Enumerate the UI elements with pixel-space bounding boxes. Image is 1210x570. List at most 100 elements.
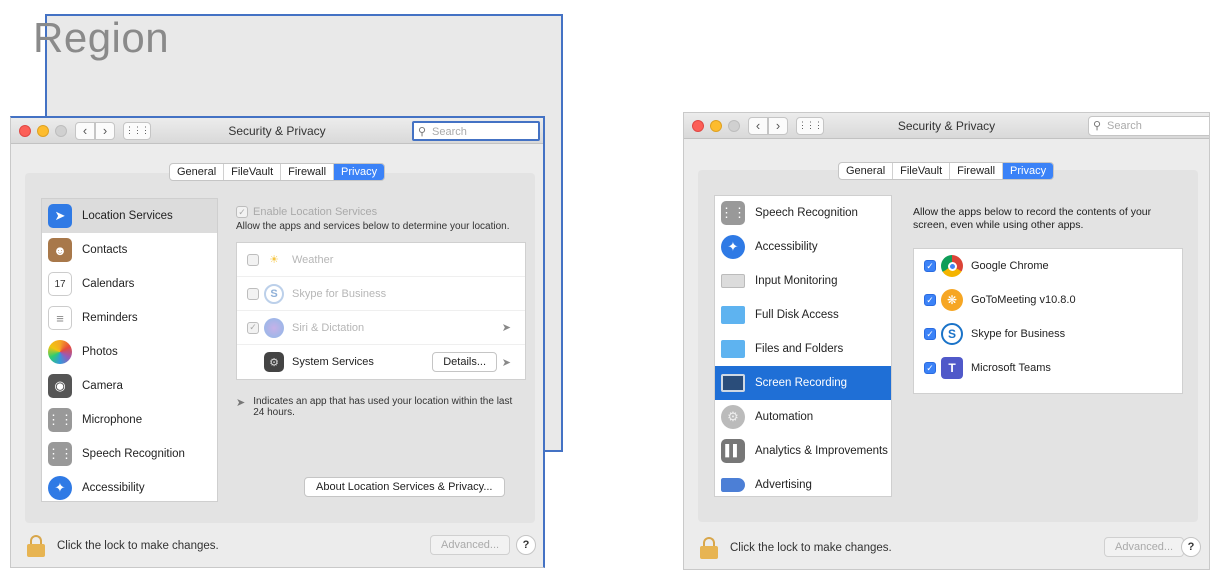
sidebar-item-analytics[interactable]: ▌▌ Analytics & Improvements — [715, 434, 891, 468]
tab-general[interactable]: General — [170, 164, 225, 180]
screen-recording-app-list[interactable]: ✓ Google Chrome ✓ ❋ GoToMeeting v10.8.0 … — [913, 248, 1183, 394]
folder-icon — [721, 306, 745, 324]
gear-icon: ⚙ — [264, 352, 284, 372]
tab-filevault[interactable]: FileVault — [224, 164, 282, 180]
list-item[interactable]: ✓ Siri & Dictation ➤ — [237, 311, 525, 345]
sidebar-item-camera[interactable]: ◉ Camera — [42, 369, 217, 403]
lock-text: Click the lock to make changes. — [57, 540, 219, 552]
app-name: Siri & Dictation — [292, 321, 365, 334]
app-checkbox[interactable]: ✓ — [924, 328, 936, 340]
titlebar: ‹ › ⋮⋮⋮ Security & Privacy ⚲ Search — [684, 113, 1209, 139]
folder-icon — [721, 340, 745, 358]
app-checkbox[interactable]: ✓ — [924, 294, 936, 306]
sidebar-item-advertising[interactable]: Advertising — [715, 468, 891, 496]
megaphone-icon — [721, 478, 745, 492]
sidebar-item-calendars[interactable]: 17 Calendars — [42, 267, 217, 301]
sidebar-item-label: Speech Recognition — [82, 448, 185, 460]
privacy-sidebar[interactable]: ➤ Location Services ☻ Contacts 17 Calend… — [41, 198, 218, 502]
privacy-sidebar[interactable]: ⋮⋮ Speech Recognition ✦ Accessibility In… — [714, 195, 892, 497]
accessibility-icon: ✦ — [48, 476, 72, 500]
list-item[interactable]: ✓ ❋ GoToMeeting v10.8.0 — [914, 283, 1182, 317]
list-item[interactable]: ☀ Weather — [237, 243, 525, 277]
sidebar-item-automation[interactable]: ⚙ Automation — [715, 400, 891, 434]
sidebar-item-files-and-folders[interactable]: Files and Folders — [715, 332, 891, 366]
tab-firewall[interactable]: Firewall — [281, 164, 335, 180]
app-checkbox[interactable]: ✓ — [924, 362, 936, 374]
sidebar-item-label: Accessibility — [755, 241, 818, 253]
sidebar-item-label: Files and Folders — [755, 343, 844, 355]
sidebar-item-full-disk-access[interactable]: Full Disk Access — [715, 298, 891, 332]
list-item[interactable]: S Skype for Business — [237, 277, 525, 311]
app-checkbox[interactable] — [247, 253, 259, 266]
sidebar-item-label: Speech Recognition — [755, 207, 858, 219]
search-placeholder: Search — [1107, 120, 1142, 132]
sidebar-item-label: Microphone — [82, 414, 143, 426]
sidebar-item-label: Camera — [82, 380, 123, 392]
tab-general[interactable]: General — [839, 163, 894, 179]
search-placeholder: Search — [432, 126, 467, 138]
sidebar-item-reminders[interactable]: ≡ Reminders — [42, 301, 217, 335]
sidebar-item-label: Contacts — [82, 244, 128, 256]
automation-gear-icon: ⚙ — [721, 405, 745, 429]
tab-privacy[interactable]: Privacy — [334, 164, 385, 180]
app-checkbox[interactable]: ✓ — [924, 260, 936, 272]
speech-icon: ⋮⋮ — [47, 442, 73, 466]
help-button[interactable]: ? — [516, 535, 536, 555]
tab-filevault[interactable]: FileVault — [893, 163, 951, 179]
lock-icon[interactable] — [27, 535, 45, 557]
sidebar-item-photos[interactable]: Photos — [42, 335, 217, 369]
keyboard-icon — [721, 274, 745, 288]
app-name: System Services — [292, 356, 374, 368]
tab-privacy[interactable]: Privacy — [1003, 163, 1054, 179]
sidebar-item-accessibility[interactable]: ✦ Accessibility — [715, 230, 891, 264]
app-checkbox[interactable]: ✓ — [247, 321, 259, 334]
location-legend: ➤ Indicates an app that has used your lo… — [236, 396, 526, 418]
help-button[interactable]: ? — [1181, 537, 1201, 557]
location-arrow-icon: ➤ — [501, 322, 511, 334]
enable-location-checkbox[interactable]: ✓ — [236, 206, 248, 218]
sidebar-item-contacts[interactable]: ☻ Contacts — [42, 233, 217, 267]
camera-icon: ◉ — [48, 374, 72, 398]
list-item[interactable]: ✓ T Microsoft Teams — [914, 351, 1182, 385]
tab-firewall[interactable]: Firewall — [950, 163, 1004, 179]
sidebar-item-label: Calendars — [82, 278, 135, 290]
location-arrow-icon: ➤ — [48, 204, 72, 228]
location-app-list: ☀ Weather S Skype for Business ✓ Siri & … — [236, 242, 526, 380]
teams-icon: T — [941, 357, 963, 379]
sidebar-item-screen-recording[interactable]: Screen Recording — [715, 366, 891, 400]
sidebar-item-label: Advertising — [755, 479, 812, 491]
search-input[interactable]: ⚲ Search — [1088, 116, 1209, 136]
lock-icon[interactable] — [700, 537, 718, 559]
sidebar-item-label: Full Disk Access — [755, 309, 839, 321]
advanced-button[interactable]: Advanced... — [1104, 537, 1185, 557]
sidebar-item-accessibility[interactable]: ✦ Accessibility — [42, 471, 217, 501]
list-item[interactable]: ✓ Google Chrome — [914, 249, 1182, 283]
advanced-button[interactable]: Advanced... — [430, 535, 511, 555]
bottom-bar: Click the lock to make changes. Advanced… — [11, 527, 543, 567]
sidebar-item-label: Location Services — [82, 210, 173, 222]
details-button[interactable]: Details... — [432, 352, 497, 372]
sidebar-item-speech-recognition[interactable]: ⋮⋮ Speech Recognition — [715, 196, 891, 230]
sidebar-item-label: Automation — [755, 411, 814, 423]
app-checkbox[interactable] — [247, 287, 259, 300]
list-item[interactable]: ⚙ System Services Details... ➤ — [237, 345, 525, 379]
sidebar-item-input-monitoring[interactable]: Input Monitoring — [715, 264, 891, 298]
enable-location-label: Enable Location Services — [253, 206, 378, 218]
app-name: Microsoft Teams — [971, 362, 1051, 374]
security-privacy-window-screen-recording: ‹ › ⋮⋮⋮ Security & Privacy ⚲ Search Gene… — [683, 112, 1210, 570]
sidebar-item-location-services[interactable]: ➤ Location Services — [42, 199, 217, 233]
calendar-icon: 17 — [48, 272, 72, 296]
about-location-privacy-button[interactable]: About Location Services & Privacy... — [304, 477, 505, 497]
screen-recording-content: Allow the apps below to record the conte… — [913, 206, 1183, 394]
enable-location-row[interactable]: ✓ Enable Location Services — [236, 206, 526, 218]
search-input[interactable]: ⚲ Search — [412, 121, 540, 141]
sidebar-item-label: Accessibility — [82, 482, 145, 494]
list-item[interactable]: ✓ S Skype for Business — [914, 317, 1182, 351]
titlebar: ‹ › ⋮⋮⋮ Security & Privacy ⚲ Search — [11, 118, 543, 144]
sidebar-item-label: Photos — [82, 346, 118, 358]
photos-icon — [48, 340, 72, 364]
screen-icon — [721, 374, 745, 392]
sidebar-item-microphone[interactable]: ⋮⋮ Microphone — [42, 403, 217, 437]
sidebar-item-speech-recognition[interactable]: ⋮⋮ Speech Recognition — [42, 437, 217, 471]
app-name: Skype for Business — [292, 287, 387, 300]
